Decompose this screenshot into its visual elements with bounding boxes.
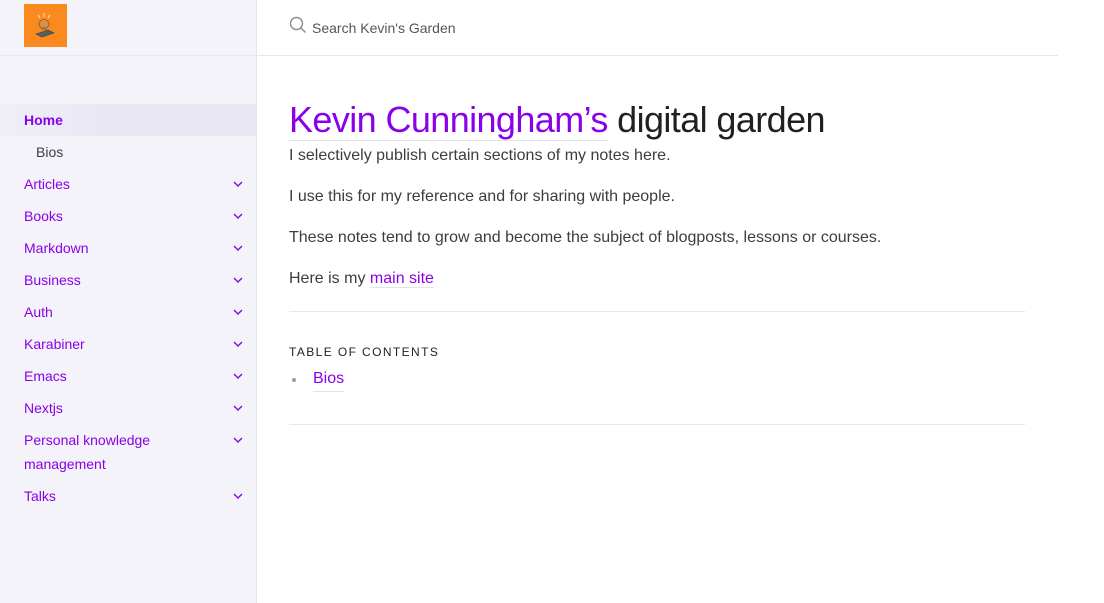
site-logo[interactable] (24, 4, 67, 47)
sidebar-item-label: Books (24, 208, 63, 224)
search-button[interactable]: Search Kevin's Garden (289, 16, 456, 39)
sidebar-item-label: Home (24, 112, 63, 128)
intro-paragraph-1: I selectively publish certain sections o… (289, 147, 671, 164)
sidebar-item-emacs[interactable]: Emacs (0, 360, 256, 392)
chevron-down-icon[interactable] (232, 264, 244, 296)
main-site-prefix: Here is my (289, 270, 370, 287)
sidebar-item-business[interactable]: Business (0, 264, 256, 296)
sidebar-item-karabiner[interactable]: Karabiner (0, 328, 256, 360)
sidebar-item-bios[interactable]: Bios (0, 136, 256, 168)
toc-list: Bios (289, 367, 1025, 392)
author-link[interactable]: Kevin Cunningham’s (289, 99, 608, 141)
main-content: Kevin Cunningham’s digital garden I sele… (289, 98, 1025, 425)
sidebar-item-books[interactable]: Books (0, 200, 256, 232)
sidebar-item-label: Business (24, 272, 81, 288)
chevron-down-icon[interactable] (232, 480, 244, 512)
sidebar-item-label: Bios (36, 144, 64, 160)
divider (289, 311, 1025, 312)
sidebar-item-label: Auth (24, 304, 53, 320)
chevron-down-icon[interactable] (232, 232, 244, 264)
toc-title: TABLE OF CONTENTS (289, 345, 440, 359)
sidebar-item-articles[interactable]: Articles (0, 168, 256, 200)
page-title: Kevin Cunningham’s digital garden (289, 98, 1025, 142)
chevron-down-icon[interactable] (232, 168, 244, 200)
sidebar-item-label: Markdown (24, 240, 89, 256)
chevron-down-icon[interactable] (232, 296, 244, 328)
sidebar-item-label: Personal knowledge management (24, 432, 151, 472)
sidebar-item-label: Talks (24, 488, 56, 504)
main-site-paragraph: Here is my main site (289, 267, 1025, 291)
sidebar-item-label: Nextjs (24, 400, 63, 416)
page-title-rest: digital garden (607, 99, 825, 140)
chevron-down-icon[interactable] (232, 424, 244, 456)
chevron-down-icon[interactable] (232, 200, 244, 232)
sidebar-item-auth[interactable]: Auth (0, 296, 256, 328)
sidebar-item-label: Emacs (24, 368, 67, 384)
intro-paragraph-2: I use this for my reference and for shar… (289, 188, 675, 205)
search-placeholder: Search Kevin's Garden (312, 19, 456, 36)
sidebar-header (0, 0, 256, 56)
sidebar: Home Bios Articles Books Markdown Busine… (0, 0, 257, 603)
sidebar-item-nextjs[interactable]: Nextjs (0, 392, 256, 424)
intro-paragraph-3: These notes tend to grow and become the … (289, 229, 882, 246)
main-site-link[interactable]: main site (369, 270, 434, 288)
sidebar-item-markdown[interactable]: Markdown (0, 232, 256, 264)
chevron-down-icon[interactable] (232, 360, 244, 392)
chevron-down-icon[interactable] (232, 392, 244, 424)
bullet-icon (292, 377, 296, 382)
chevron-down-icon[interactable] (232, 328, 244, 360)
sidebar-item-label: Karabiner (24, 336, 85, 352)
sidebar-nav: Home Bios Articles Books Markdown Busine… (0, 104, 256, 512)
search-icon (289, 16, 307, 39)
top-bar: Search Kevin's Garden (257, 0, 1058, 56)
lightbulb-laptop-icon (34, 12, 55, 37)
sidebar-item-home[interactable]: Home (0, 104, 256, 136)
sidebar-item-talks[interactable]: Talks (0, 480, 256, 512)
toc-link-bios[interactable]: Bios (313, 367, 345, 392)
sidebar-item-label: Articles (24, 176, 70, 192)
sidebar-item-personal-knowledge-management[interactable]: Personal knowledge management (0, 424, 256, 480)
toc-item: Bios (289, 367, 1025, 392)
divider (289, 424, 1025, 425)
